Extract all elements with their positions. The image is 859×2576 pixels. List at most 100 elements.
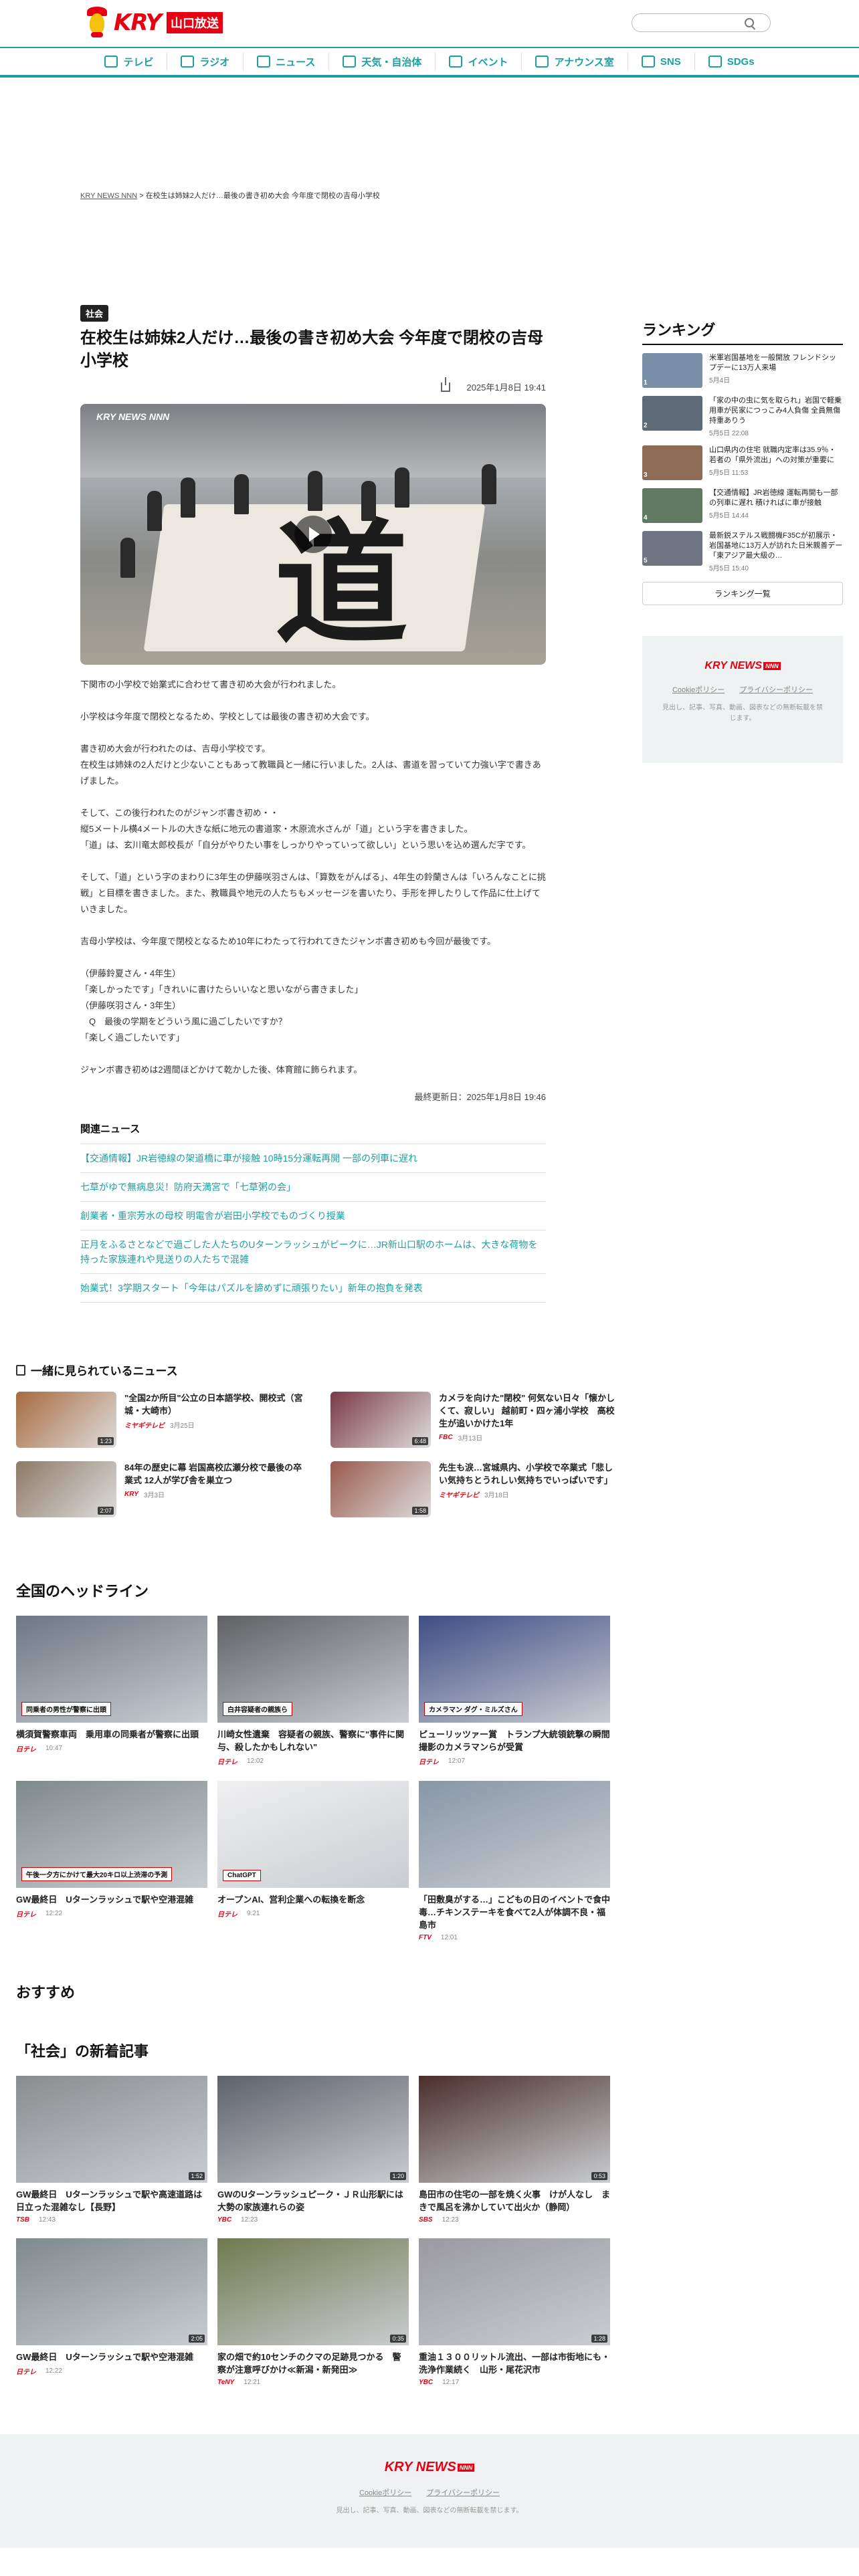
ranking-thumbnail[interactable]: 2 xyxy=(642,396,702,431)
together-headline[interactable]: 先生も涙…宮城県内、小学校で卒業式「悲しい気持ちとうれしい気持ちでいっぱいです」 xyxy=(439,1461,618,1487)
together-item[interactable]: 2:07 84年の歴史に幕 岩国高校広瀬分校で最後の卒業式 12人が学び舎を巣立つ… xyxy=(16,1461,304,1517)
latest-thumbnail[interactable]: 1:52 xyxy=(16,2076,207,2183)
nav-item-7[interactable]: SDGs xyxy=(695,52,768,71)
latest-headline[interactable]: GW最終日 Uターンラッシュで駅や空港混雑 xyxy=(16,2351,207,2363)
ranking-thumbnail[interactable]: 1 xyxy=(642,353,702,388)
latest-card[interactable]: 1:28 重油１３００リットル流出、一部は市街地にも・洗浄作業続く 山形・尾花沢市… xyxy=(419,2238,610,2386)
together-thumbnail[interactable]: 2:07 xyxy=(16,1461,116,1517)
ranking-item[interactable]: 3 山口県内の住宅 就職内定率は35.9％・若者の「県外流出」への対策が重要に 5月… xyxy=(642,445,843,480)
latest-headline[interactable]: GWのUターンラッシュピーク・ＪＲ山形駅には大勢の家族連れらの姿 xyxy=(217,2188,409,2214)
headlines-headline[interactable]: 「田敷臭がする…」こどもの日のイベントで食中毒…チキンステーキを食べて2人が体調… xyxy=(419,1893,610,1931)
together-item[interactable]: 1:58 先生も涙…宮城県内、小学校で卒業式「悲しい気持ちとうれしい気持ちでいっぱ… xyxy=(330,1461,618,1517)
related-news-link[interactable]: 始業式！3学期スタート「今年はパズルを諦めずに頑張りたい」新年の抱負を発表 xyxy=(80,1274,546,1303)
video-duration: 2:05 xyxy=(189,2335,205,2343)
search-input[interactable] xyxy=(632,13,771,32)
latest-headline[interactable]: 家の畑で約10センチのクマの足跡見つかる 警察が注意呼びかけ≪新潟・新発田≫ xyxy=(217,2351,409,2376)
latest-card[interactable]: 0:35 家の畑で約10センチのクマの足跡見つかる 警察が注意呼びかけ≪新潟・新発… xyxy=(217,2238,409,2386)
ranking-item[interactable]: 2 「家の中の虫に気を取られ」岩国で軽乗用車が民家につっこみ4人負傷 全員無傷持重… xyxy=(642,396,843,437)
ranking-more-button[interactable]: ランキング一覧 xyxy=(642,582,843,605)
ranking-headline[interactable]: 米軍岩国基地を一般開放 フレンドシップデーに13万人来場 xyxy=(709,353,843,373)
headlines-card[interactable]: カメラマン ダグ・ミルズさんピューリッツァー賞 トランプ大統領銃撃の瞬間撮影のカ… xyxy=(419,1616,610,1766)
latest-source: SBS 12:23 xyxy=(419,2216,610,2224)
ranking-thumbnail[interactable]: 5 xyxy=(642,531,702,566)
headlines-thumbnail[interactable]: 同乗者の男性が警察に出頭 xyxy=(16,1616,207,1723)
cookie-policy-link[interactable]: Cookieポリシー xyxy=(672,684,725,695)
latest-thumbnail[interactable]: 1:28 xyxy=(419,2238,610,2345)
together-thumbnail[interactable]: 1:23 xyxy=(16,1392,116,1448)
latest-thumbnail[interactable]: 2:05 xyxy=(16,2238,207,2345)
headlines-thumbnail[interactable]: カメラマン ダグ・ミルズさん xyxy=(419,1616,610,1723)
category-badge[interactable]: 社会 xyxy=(80,305,109,322)
headlines-thumbnail[interactable]: ChatGPT xyxy=(217,1781,409,1888)
headlines-thumbnail[interactable]: 白井容疑者の親族ら xyxy=(217,1616,409,1723)
site-logo[interactable]: KRY 山口放送 xyxy=(86,5,223,40)
together-item[interactable]: 6:48 カメラを向けた"閉校" 何気ない日々「懐かしくて、寂しい」 越前町・四ヶ… xyxy=(330,1392,618,1448)
together-thumbnail[interactable]: 6:48 xyxy=(330,1392,431,1448)
breadcrumb-home-link[interactable]: KRY NEWS NNN xyxy=(80,192,137,200)
ranking-text-block: 「家の中の虫に気を取られ」岩国で軽乗用車が民家につっこみ4人負傷 全員無傷持重あ… xyxy=(709,396,843,437)
nav-item-2[interactable]: ニュース xyxy=(244,52,330,71)
ranking-item[interactable]: 5 最新鋭ステルス戦闘機F35Cが初展示・岩国基地に13万人が訪れた日米親善デー「… xyxy=(642,531,843,572)
headlines-headline[interactable]: 川崎女性遺棄 容疑者の親族、警察に"事件に関与、殺したかもしれない" xyxy=(217,1728,409,1753)
together-source: ミヤギテレビ 3月18日 xyxy=(439,1489,618,1499)
headlines-headline[interactable]: GW最終日 Uターンラッシュで駅や空港混雑 xyxy=(16,1893,207,1906)
headlines-card[interactable]: 同乗者の男性が警察に出頭 横須賀警察車両 乗用車の同乗者が警察に出頭 日テレ 10:4… xyxy=(16,1616,207,1766)
nav-item-0[interactable]: テレビ xyxy=(91,52,168,71)
headlines-card[interactable]: 白井容疑者の親族ら川崎女性遺棄 容疑者の親族、警察に"事件に関与、殺したかもしれ… xyxy=(217,1616,409,1766)
latest-card[interactable]: 0:53 島田市の住宅の一部を焼く火事 けが人なし まきで風呂を沸かしていて出火か… xyxy=(419,2076,610,2224)
headlines-card[interactable]: 午後一夕方にかけて最大20キロ以上渋滞の予測 GW最終日 Uターンラッシュで駅や空… xyxy=(16,1781,207,1941)
together-headline[interactable]: 84年の歴史に幕 岩国高校広瀬分校で最後の卒業式 12人が学び舎を巣立つ xyxy=(124,1461,304,1487)
latest-headline[interactable]: GW最終日 Uターンラッシュで駅や高速道路は日立った混雑なし【長野】 xyxy=(16,2188,207,2214)
video-player[interactable]: 道 KRY NEWS NNN xyxy=(80,404,546,665)
privacy-policy-link[interactable]: プライバシーポリシー xyxy=(739,684,813,695)
headlines-headline[interactable]: オープンAI、営利企業への転換を断念 xyxy=(217,1893,409,1906)
ranking-headline[interactable]: 【交通情報】JR岩徳線 運転再開も一部の列車に遅れ 積ければに車が接触 xyxy=(709,488,843,508)
headlines-source: 日テレ 12:22 xyxy=(16,1909,207,1919)
latest-thumbnail[interactable]: 0:35 xyxy=(217,2238,409,2345)
latest-card[interactable]: 2:05 GW最終日 Uターンラッシュで駅や空港混雑 日テレ 12:22 xyxy=(16,2238,207,2386)
ranking-thumbnail[interactable]: 3 xyxy=(642,445,702,480)
latest-thumbnail[interactable]: 1:20 xyxy=(217,2076,409,2183)
headlines-thumbnail[interactable]: 午後一夕方にかけて最大20キロ以上渋滞の予測 xyxy=(16,1781,207,1888)
headlines-thumbnail[interactable] xyxy=(419,1781,610,1888)
nav-item-4[interactable]: イベント xyxy=(436,52,522,71)
headlines-card[interactable]: 「田敷臭がする…」こどもの日のイベントで食中毒…チキンステーキを食べて2人が体調… xyxy=(419,1781,610,1941)
ranking-headline[interactable]: 山口県内の住宅 就職内定率は35.9％・若者の「県外流出」への対策が重要に xyxy=(709,445,843,465)
footer-cookie-link[interactable]: Cookieポリシー xyxy=(359,2487,411,2498)
footer-privacy-link[interactable]: プライバシーポリシー xyxy=(426,2487,500,2498)
nav-item-6[interactable]: SNS xyxy=(628,52,695,71)
document-icon xyxy=(16,1364,25,1376)
share-icon[interactable] xyxy=(441,377,451,392)
headlines-headline[interactable]: 横須賀警察車両 乗用車の同乗者が警察に出頭 xyxy=(16,1728,207,1741)
latest-card[interactable]: 1:20 GWのUターンラッシュピーク・ＪＲ山形駅には大勢の家族連れらの姿 YBC 1… xyxy=(217,2076,409,2224)
related-news-link[interactable]: 七草がゆで無病息災！防府天満宮で「七草粥の会」 xyxy=(80,1173,546,1202)
play-icon[interactable] xyxy=(294,516,332,553)
together-headline[interactable]: "全国2か所目"公立の日本語学校、開校式（宮城・大崎市） xyxy=(124,1392,304,1417)
ranking-headline[interactable]: 「家の中の虫に気を取られ」岩国で軽乗用車が民家につっこみ4人負傷 全員無傷持重あ… xyxy=(709,396,843,426)
ranking-item[interactable]: 4 【交通情報】JR岩徳線 運転再開も一部の列車に遅れ 積ければに車が接触 5月5日… xyxy=(642,488,843,523)
video-duration: 6:48 xyxy=(412,1437,428,1445)
headlines-headline[interactable]: ピューリッツァー賞 トランプ大統領銃撃の瞬間撮影のカメラマンらが受賞 xyxy=(419,1728,610,1753)
related-news-link[interactable]: 創業者・重宗芳水の母校 明電舎が岩田小学校でものづくり授業 xyxy=(80,1202,546,1230)
headlines-time: 10:47 xyxy=(45,1745,63,1752)
nav-item-1[interactable]: ラジオ xyxy=(167,52,244,71)
nav-item-3[interactable]: 天気・自治体 xyxy=(329,52,436,71)
ranking-thumbnail[interactable]: 4 xyxy=(642,488,702,523)
ranking-item[interactable]: 1 米軍岩国基地を一般開放 フレンドシップデーに13万人来場 5月4日 xyxy=(642,353,843,388)
related-news-link[interactable]: 正月をふるさとなどで過ごした人たちのUターンラッシュがピークに…JR新山口駅のホ… xyxy=(80,1230,546,1274)
search-icon[interactable] xyxy=(745,18,754,27)
headlines-card[interactable]: ChatGPT オープンAI、営利企業への転換を断念 日テレ 9:21 xyxy=(217,1781,409,1941)
footer-nnn-tag: NNN xyxy=(457,2463,475,2472)
related-news-link[interactable]: 【交通情報】JR岩徳線の架道橋に車が接触 10時15分運転再開 一部の列車に遅れ xyxy=(80,1144,546,1173)
latest-headline[interactable]: 重油１３００リットル流出、一部は市街地にも・洗浄作業続く 山形・尾花沢市 xyxy=(419,2351,610,2376)
together-thumbnail[interactable]: 1:58 xyxy=(330,1461,431,1517)
latest-thumbnail[interactable]: 0:53 xyxy=(419,2076,610,2183)
nav-item-5[interactable]: アナウンス室 xyxy=(522,52,628,71)
together-item[interactable]: 1:23 "全国2か所目"公立の日本語学校、開校式（宮城・大崎市） ミヤギテレビ 3月… xyxy=(16,1392,304,1448)
together-text-block: カメラを向けた"閉校" 何気ない日々「懐かしくて、寂しい」 越前町・四ヶ浦小学校… xyxy=(439,1392,618,1448)
together-headline[interactable]: カメラを向けた"閉校" 何気ない日々「懐かしくて、寂しい」 越前町・四ヶ浦小学校… xyxy=(439,1392,618,1430)
latest-headline[interactable]: 島田市の住宅の一部を焼く火事 けが人なし まきで風呂を沸かしていて出火か（静岡） xyxy=(419,2188,610,2214)
related-news: 関連ニュース 【交通情報】JR岩徳線の架道橋に車が接触 10時15分運転再開 一… xyxy=(80,1121,546,1303)
ranking-headline[interactable]: 最新鋭ステルス戦闘機F35Cが初展示・岩国基地に13万人が訪れた日米親善デー「東… xyxy=(709,531,843,561)
latest-card[interactable]: 1:52 GW最終日 Uターンラッシュで駅や高速道路は日立った混雑なし【長野】 TS… xyxy=(16,2076,207,2224)
